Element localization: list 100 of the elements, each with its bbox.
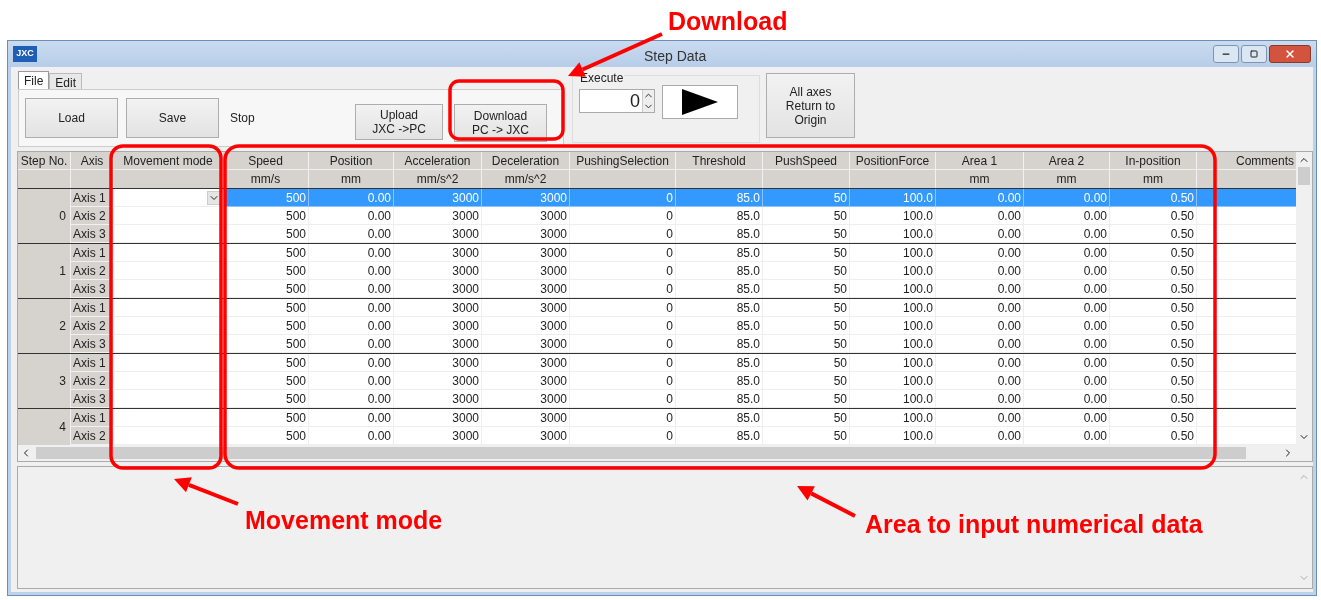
upload-button[interactable]: Upload JXC ->PC — [355, 104, 443, 140]
table-cell: 50 — [763, 409, 850, 427]
return-to-origin-button[interactable]: All axes Return to Origin — [766, 73, 855, 138]
arrow — [174, 477, 239, 506]
maximize-button[interactable] — [1241, 45, 1267, 63]
unit-label: mm — [1110, 170, 1197, 188]
table-cell: 0 — [570, 427, 676, 445]
table-cell: 3000 — [482, 427, 570, 445]
table-cell: 0.00 — [936, 299, 1024, 317]
table-cell: 3000 — [482, 262, 570, 280]
table-cell: 3000 — [394, 189, 482, 207]
axis-label: Axis 3 — [71, 225, 114, 243]
table-cell: 500 — [225, 427, 309, 445]
table-cell: 50 — [763, 244, 850, 262]
run-button[interactable] — [662, 85, 738, 119]
axis-label: Axis 1 — [71, 244, 114, 262]
table-cell: 0.00 — [1024, 427, 1110, 445]
table-cell: 85.0 — [676, 354, 763, 372]
table-cell: 3000 — [482, 189, 570, 207]
table-cell: 50 — [763, 262, 850, 280]
table-cell: 500 — [225, 390, 309, 408]
table-cell: 50 — [763, 354, 850, 372]
axis-label: Axis 1 — [71, 409, 114, 427]
tab[interactable]: File — [18, 71, 50, 89]
table-cell: 100.0 — [850, 317, 936, 335]
table-cell: 0.50 — [1110, 390, 1197, 408]
table-cell: 0 — [570, 262, 676, 280]
table-cell: 50 — [763, 280, 850, 298]
table-cell: 0 — [570, 354, 676, 372]
table-cell: 0 — [570, 317, 676, 335]
table-cell: 50 — [763, 317, 850, 335]
play-icon — [682, 89, 718, 115]
save-button[interactable]: Save — [126, 98, 219, 138]
table-cell: 0.00 — [309, 299, 394, 317]
table-cell: 50 — [763, 207, 850, 225]
table-cell: 3000 — [482, 335, 570, 353]
table-cell: 50 — [763, 225, 850, 243]
table-cell: 0.00 — [1024, 390, 1110, 408]
table-cell: 85.0 — [676, 262, 763, 280]
step-number: 4 — [18, 409, 71, 445]
table-cell: 50 — [763, 189, 850, 207]
vertical-scrollbar[interactable] — [1296, 152, 1312, 445]
step-number: 3 — [18, 354, 71, 408]
unit-label: mm/s^2 — [394, 170, 482, 188]
load-button[interactable]: Load — [25, 98, 118, 138]
table-cell: 0.50 — [1110, 317, 1197, 335]
table-cell: 500 — [225, 317, 309, 335]
column-header: In-position — [1110, 152, 1197, 170]
table-cell: 3000 — [394, 390, 482, 408]
axis-label: Axis 1 — [71, 299, 114, 317]
unit-label: mm/s^2 — [482, 170, 570, 188]
close-button[interactable] — [1269, 45, 1311, 63]
table-cell: 85.0 — [676, 280, 763, 298]
table-cell: 0.00 — [936, 427, 1024, 445]
table-cell: 85.0 — [676, 409, 763, 427]
table-cell: 0.00 — [309, 207, 394, 225]
table-cell: 100.0 — [850, 335, 936, 353]
table-cell: 100.0 — [850, 299, 936, 317]
table-cell: 0.50 — [1110, 409, 1197, 427]
table-cell: 85.0 — [676, 225, 763, 243]
table-cell: 0.00 — [936, 207, 1024, 225]
app-logo: JXC — [13, 46, 37, 62]
unit-label: mm — [1024, 170, 1110, 188]
table-cell: 500 — [225, 409, 309, 427]
table-cell: 500 — [225, 280, 309, 298]
column-header: PushingSelection — [570, 152, 676, 170]
column-header: Position — [309, 152, 394, 170]
table-cell: 3000 — [482, 409, 570, 427]
table-cell: 100.0 — [850, 427, 936, 445]
table-cell: 85.0 — [676, 189, 763, 207]
table-cell: 3000 — [482, 244, 570, 262]
table-cell: 100.0 — [850, 225, 936, 243]
table-cell: 0.50 — [1110, 244, 1197, 262]
scrollbar-thumb[interactable] — [1298, 167, 1310, 185]
axis-label: Axis 1 — [71, 189, 114, 207]
table-cell: 3000 — [482, 207, 570, 225]
axis-label: Axis 2 — [71, 207, 114, 225]
table-cell: 0.50 — [1110, 335, 1197, 353]
minimize-button[interactable] — [1213, 45, 1239, 63]
table-cell: 0.00 — [309, 372, 394, 390]
column-header: Deceleration — [482, 152, 570, 170]
table-cell: 0 — [570, 335, 676, 353]
table-cell: 50 — [763, 390, 850, 408]
table-cell: 3000 — [394, 335, 482, 353]
number-spinner[interactable]: 0 — [579, 89, 655, 113]
table-cell: 50 — [763, 299, 850, 317]
table-cell: 0.00 — [936, 409, 1024, 427]
table-cell: 3000 — [394, 207, 482, 225]
table-cell: 0.50 — [1110, 372, 1197, 390]
tab[interactable]: Edit — [49, 73, 83, 89]
table-cell: 0.00 — [309, 409, 394, 427]
annotation-label: Download — [668, 6, 788, 36]
table-cell: 85.0 — [676, 244, 763, 262]
table-cell: 0.50 — [1110, 427, 1197, 445]
scrollbar-thumb[interactable] — [36, 447, 1246, 459]
table-cell: 50 — [763, 427, 850, 445]
horizontal-scrollbar[interactable] — [18, 445, 1312, 461]
table-cell: 0.00 — [309, 427, 394, 445]
annotation-label: Movement mode — [245, 505, 443, 535]
table-cell: 0.00 — [936, 225, 1024, 243]
